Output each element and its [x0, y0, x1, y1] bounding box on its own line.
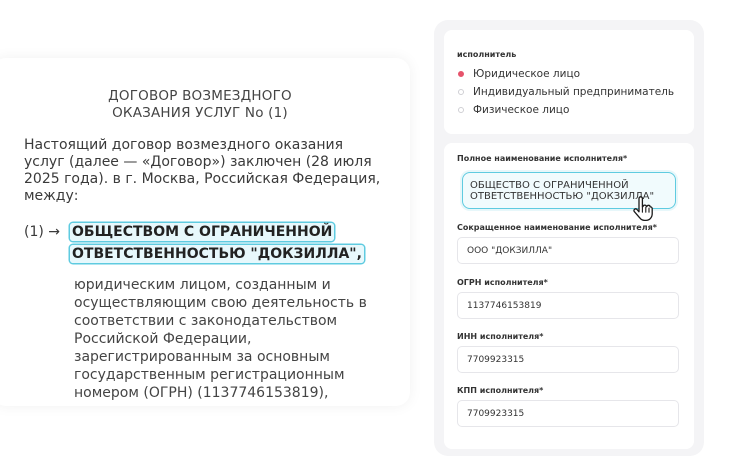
inn-label: ИНН исполнителя*	[457, 332, 544, 341]
party-description: юридическим лицом, созданным и осуществл…	[74, 277, 367, 401]
short-name-input[interactable]: ООО "ДОКЗИЛЛА"	[457, 237, 679, 264]
radio-selected-icon	[458, 71, 464, 77]
radio-legal-entity[interactable]: Юридическое лицо	[458, 68, 580, 80]
radio-individual[interactable]: Физическое лицо	[458, 104, 569, 116]
kpp-input[interactable]: 7709923315	[457, 400, 679, 427]
inn-input[interactable]: 7709923315	[457, 346, 679, 373]
radio-empty-icon	[458, 107, 464, 113]
executor-type-card: исполнитель Юридическое лицо Индивидуаль…	[444, 30, 694, 134]
party-name-highlight[interactable]: ОБЩЕСТВОМ С ОГРАНИЧЕННОЙ ОТВЕТСТВЕННОСТЬ…	[70, 223, 364, 263]
executor-form-panel: исполнитель Юридическое лицо Индивидуаль…	[434, 20, 704, 456]
contract-document: ДОГОВОР ВОЗМЕЗДНОГО ОКАЗАНИЯ УСЛУГ No (1…	[0, 58, 410, 406]
radio-label: Индивидуальный предприниматель	[473, 86, 675, 98]
radio-sole-proprietor[interactable]: Индивидуальный предприниматель	[458, 86, 674, 98]
kpp-label: КПП исполнителя*	[457, 386, 544, 395]
executor-details-card: Полное наименование исполнителя* ОБЩЕСТВ…	[444, 143, 694, 449]
document-intro: Настоящий договор возмездного оказания у…	[24, 137, 381, 204]
radio-empty-icon	[458, 89, 464, 95]
ogrn-label: ОГРН исполнителя*	[457, 278, 548, 287]
party-number: (1) →	[24, 224, 61, 240]
short-name-label: Сокращенное наименование исполнителя*	[457, 223, 657, 232]
full-name-label: Полное наименование исполнителя*	[457, 154, 628, 163]
hand-pointer-icon	[633, 196, 653, 222]
document-title: ДОГОВОР ВОЗМЕЗДНОГО ОКАЗАНИЯ УСЛУГ No (1…	[108, 88, 292, 121]
ogrn-input[interactable]: 1137746153819	[457, 292, 679, 319]
radio-label: Физическое лицо	[473, 104, 570, 116]
executor-type-title: исполнитель	[457, 50, 517, 59]
party-name-wrapper: ОБЩЕСТВОМ С ОГРАНИЧЕННОЙ ОТВЕТСТВЕННОСТЬ…	[70, 221, 368, 265]
radio-label: Юридическое лицо	[473, 68, 581, 80]
